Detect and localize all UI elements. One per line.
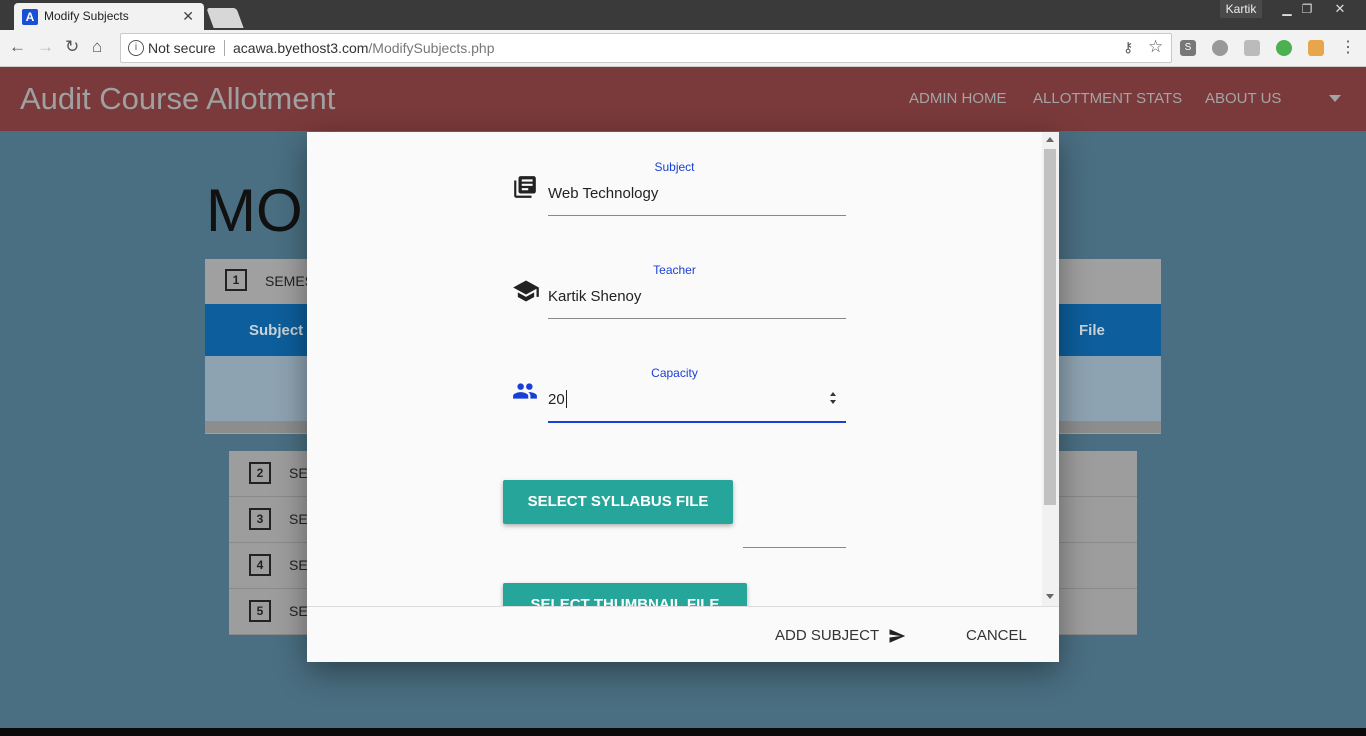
syllabus-file-path-line xyxy=(743,547,846,548)
semester-3-label: SE xyxy=(289,511,308,527)
reload-icon[interactable]: ↻ xyxy=(65,37,79,57)
select-syllabus-button[interactable]: SELECT SYLLABUS FILE xyxy=(503,480,733,524)
security-label: Not secure xyxy=(148,40,216,56)
url-text[interactable]: acawa.byethost3.com/ModifySubjects.php xyxy=(233,40,494,56)
dialog-content: Subject Web Technology Teacher Kartik Sh… xyxy=(307,132,1059,606)
filter-1-icon: 1 xyxy=(225,269,247,291)
filter-3-icon: 3 xyxy=(249,508,271,530)
teacher-label: Teacher xyxy=(653,263,696,277)
app-bar: Audit Course Allotment ADMIN HOME ALLOTT… xyxy=(0,67,1366,131)
filter-5-icon: 5 xyxy=(249,600,271,622)
subject-input[interactable]: Web Technology xyxy=(548,185,658,202)
restore-icon[interactable]: ❐ xyxy=(1292,0,1322,18)
graduation-cap-icon xyxy=(512,277,540,310)
bookmark-star-icon[interactable]: ☆ xyxy=(1148,37,1163,57)
scroll-down-icon[interactable] xyxy=(1046,594,1054,599)
people-icon xyxy=(510,378,540,409)
capacity-input[interactable]: 20 xyxy=(548,391,565,408)
browser-menu-icon[interactable]: ⋮ xyxy=(1340,40,1356,56)
add-subject-dialog: Subject Web Technology Teacher Kartik Sh… xyxy=(307,132,1059,662)
scrollbar-thumb[interactable] xyxy=(1044,149,1056,505)
browser-tab[interactable]: A Modify Subjects ✕ xyxy=(14,3,204,30)
home-icon[interactable]: ⌂ xyxy=(92,37,102,57)
capacity-label: Capacity xyxy=(651,366,698,380)
send-icon[interactable] xyxy=(887,627,907,650)
teacher-input[interactable]: Kartik Shenoy xyxy=(548,288,641,305)
article-icon xyxy=(512,174,538,205)
app-brand[interactable]: Audit Course Allotment xyxy=(20,81,335,117)
select-thumbnail-button[interactable]: SELECT THUMBNAIL FILE xyxy=(503,583,747,606)
cancel-button[interactable]: CANCEL xyxy=(966,627,1027,644)
capacity-stepper[interactable] xyxy=(829,391,837,410)
semester-5-label: SE xyxy=(289,603,308,619)
extension-color-icon[interactable] xyxy=(1276,40,1292,56)
url-path: /ModifySubjects.php xyxy=(368,40,495,56)
address-bar[interactable]: i Not secure acawa.byethost3.com/ModifyS… xyxy=(120,33,1172,63)
capacity-underline xyxy=(548,421,846,423)
extension-s-icon[interactable]: S xyxy=(1180,40,1196,56)
scroll-up-icon[interactable] xyxy=(1046,137,1054,142)
new-tab-button[interactable] xyxy=(206,8,244,28)
forward-icon[interactable]: → xyxy=(37,37,54,57)
window-close-icon[interactable]: ✕ xyxy=(1325,0,1355,18)
add-subject-button[interactable]: ADD SUBJECT xyxy=(775,627,879,644)
table-header-subject: Subject xyxy=(249,322,304,339)
nav-allotment-stats[interactable]: ALLOTTMENT STATS xyxy=(1033,90,1182,107)
subject-label: Subject xyxy=(654,160,695,174)
nav-about-us[interactable]: ABOUT US xyxy=(1205,90,1281,107)
nav-admin-home[interactable]: ADMIN HOME xyxy=(909,90,1007,107)
text-cursor xyxy=(566,390,567,408)
tab-title: Modify Subjects xyxy=(44,9,129,23)
extension-box-icon[interactable] xyxy=(1244,40,1260,56)
subject-underline xyxy=(548,215,846,216)
omnibox-divider xyxy=(224,40,225,56)
url-host: acawa.byethost3.com xyxy=(233,40,369,56)
info-icon[interactable]: i xyxy=(128,40,144,56)
tab-close-icon[interactable]: ✕ xyxy=(182,8,194,25)
filter-2-icon: 2 xyxy=(249,462,271,484)
teacher-underline xyxy=(548,318,846,319)
page-title: MO xyxy=(206,177,303,244)
filter-4-icon: 4 xyxy=(249,554,271,576)
favicon-icon: A xyxy=(22,9,38,25)
semester-4-label: SE xyxy=(289,557,308,573)
browser-tab-bar: A Modify Subjects ✕ Kartik ▁ ❐ ✕ xyxy=(0,0,1366,30)
dialog-scrollbar[interactable] xyxy=(1042,132,1059,606)
dropdown-caret-icon[interactable] xyxy=(1329,95,1341,102)
profile-button[interactable]: Kartik xyxy=(1220,0,1262,18)
os-taskbar xyxy=(0,728,1366,736)
semester-2-label: SE xyxy=(289,465,308,481)
key-icon[interactable]: ⚷ xyxy=(1123,39,1133,56)
browser-toolbar: ← → ↻ ⌂ i Not secure acawa.byethost3.com… xyxy=(0,30,1366,67)
dialog-footer: ADD SUBJECT CANCEL xyxy=(307,606,1059,663)
extension-face-icon[interactable] xyxy=(1308,40,1324,56)
table-header-file: File xyxy=(1079,322,1105,339)
back-icon[interactable]: ← xyxy=(9,37,26,57)
extension-circle-icon[interactable] xyxy=(1212,40,1228,56)
